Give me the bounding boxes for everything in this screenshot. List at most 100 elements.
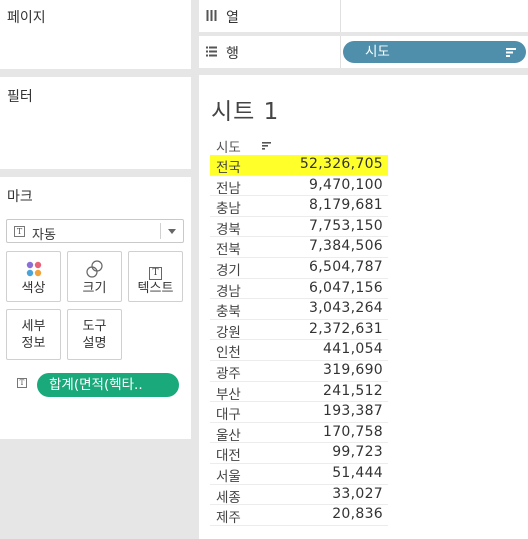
row-area-value: 2,372,631	[309, 320, 383, 337]
tooltip-label-line1: 도구	[82, 319, 107, 334]
rows-icon	[206, 46, 217, 57]
shelf-divider	[340, 0, 341, 32]
pages-title: 페이지	[7, 10, 46, 26]
row-region-name: 경기	[216, 262, 241, 279]
table-row[interactable]: 광주 319,690	[210, 361, 388, 382]
data-table: 전국 52,326,705 전남 9,470,100 충남 8,179,681 경북 7,75…	[210, 155, 388, 526]
row-area-value: 319,690	[323, 361, 383, 378]
row-region-name: 광주	[216, 365, 241, 382]
row-region-name: 부산	[216, 386, 241, 403]
text-mark-icon: T	[14, 226, 25, 237]
row-region-name: 인천	[216, 345, 241, 362]
row-region-name: 경북	[216, 221, 241, 238]
sort-icon[interactable]	[262, 142, 271, 150]
row-region-name: 서울	[216, 468, 241, 485]
row-area-value: 3,043,264	[309, 300, 383, 317]
table-row[interactable]: 경남 6,047,156	[210, 279, 388, 300]
row-area-value: 33,027	[332, 485, 383, 502]
text-encoding-icon: T	[17, 378, 27, 388]
tooltip-button[interactable]: 도구 설명	[67, 309, 122, 360]
table-row[interactable]: 경북 7,753,150	[210, 217, 388, 238]
table-row[interactable]: 부산 241,512	[210, 382, 388, 403]
sum-area-pill[interactable]: 합계(면적(헥타..	[37, 373, 179, 397]
text-button-label: 텍스트	[137, 281, 174, 296]
table-row[interactable]: 전국 52,326,705	[210, 155, 388, 176]
row-area-value: 7,753,150	[309, 217, 383, 234]
row-region-name: 울산	[216, 427, 241, 444]
table-row[interactable]: 울산 170,758	[210, 423, 388, 444]
table-row[interactable]: 인천 441,054	[210, 340, 388, 361]
columns-icon	[206, 10, 217, 21]
row-area-value: 6,504,787	[309, 258, 383, 275]
pages-panel[interactable]: 페이지	[0, 0, 191, 69]
shelf-divider	[340, 36, 341, 68]
row-region-name: 경남	[216, 283, 241, 300]
size-circles-icon	[68, 260, 121, 278]
row-area-value: 441,054	[323, 341, 383, 358]
color-button[interactable]: 색상	[6, 251, 61, 302]
detail-label-line1: 세부	[21, 319, 46, 334]
filters-panel[interactable]: 필터	[0, 77, 191, 169]
row-area-value: 9,470,100	[309, 176, 383, 193]
mark-type-dropdown[interactable]: T 자동	[6, 219, 184, 243]
tooltip-label-line2: 설명	[82, 336, 107, 351]
table-row[interactable]: 대구 193,387	[210, 402, 388, 423]
size-button-label: 크기	[82, 281, 107, 296]
row-region-name: 제주	[216, 510, 241, 527]
row-area-value: 7,384,506	[309, 238, 383, 255]
row-region-name: 전국	[216, 160, 241, 176]
tooltip-button-label: 도구 설명	[68, 318, 121, 352]
row-region-name: 충북	[216, 304, 241, 321]
row-area-value: 170,758	[323, 423, 383, 440]
row-region-name: 충남	[216, 201, 241, 218]
sheet-view: 시트 1 시도 전국 52,326,705 전남 9,470,100 충남 8,179,6…	[199, 75, 528, 539]
row-area-value: 241,512	[323, 382, 383, 399]
table-row[interactable]: 전남 9,470,100	[210, 176, 388, 197]
marks-title: 마크	[7, 189, 33, 205]
row-region-name: 대전	[216, 448, 241, 465]
rows-label: 행	[226, 46, 239, 62]
rows-shelf[interactable]: 행 시도	[199, 36, 528, 68]
row-area-value: 99,723	[332, 444, 383, 461]
size-button[interactable]: 크기	[67, 251, 122, 302]
text-button[interactable]: T 텍스트	[128, 251, 183, 302]
table-row[interactable]: 서울 51,444	[210, 464, 388, 485]
row-area-value: 193,387	[323, 403, 383, 420]
columns-label: 열	[226, 10, 239, 26]
columns-shelf[interactable]: 열	[199, 0, 528, 32]
sido-pill-label: 시도	[365, 44, 390, 60]
chevron-down-icon[interactable]	[168, 229, 176, 234]
dropdown-separator	[160, 223, 161, 239]
table-row[interactable]: 제주 20,836	[210, 505, 388, 526]
column-header-sido[interactable]: 시도	[216, 136, 241, 156]
row-area-value: 52,326,705	[299, 156, 383, 172]
table-row[interactable]: 충남 8,179,681	[210, 196, 388, 217]
row-region-name: 전남	[216, 180, 241, 197]
marks-panel: 마크 T 자동 색상 크기 T 텍스트 세부 정보 도구 설명 T 합계(면적(…	[0, 177, 191, 439]
row-region-name: 전북	[216, 242, 241, 259]
mark-type-label: 자동	[32, 228, 56, 243]
filters-title: 필터	[7, 89, 33, 105]
color-button-label: 색상	[21, 281, 46, 296]
detail-label-line2: 정보	[21, 336, 46, 351]
row-area-value: 20,836	[332, 506, 383, 523]
table-row[interactable]: 전북 7,384,506	[210, 237, 388, 258]
row-area-value: 8,179,681	[309, 197, 383, 214]
text-icon: T	[129, 260, 182, 280]
color-dots-icon	[7, 260, 60, 278]
sido-dimension-pill[interactable]: 시도	[343, 41, 526, 63]
row-region-name: 대구	[216, 407, 241, 424]
table-row[interactable]: 세종 33,027	[210, 485, 388, 506]
sort-descending-icon[interactable]	[506, 48, 516, 57]
row-area-value: 6,047,156	[309, 279, 383, 296]
row-area-value: 51,444	[332, 464, 383, 481]
row-region-name: 세종	[216, 489, 241, 506]
table-row[interactable]: 충북 3,043,264	[210, 299, 388, 320]
detail-button-label: 세부 정보	[7, 318, 60, 352]
sheet-title: 시트 1	[211, 99, 280, 125]
table-row[interactable]: 경기 6,504,787	[210, 258, 388, 279]
row-region-name: 강원	[216, 324, 241, 341]
table-row[interactable]: 대전 99,723	[210, 443, 388, 464]
table-row[interactable]: 강원 2,372,631	[210, 320, 388, 341]
detail-button[interactable]: 세부 정보	[6, 309, 61, 360]
